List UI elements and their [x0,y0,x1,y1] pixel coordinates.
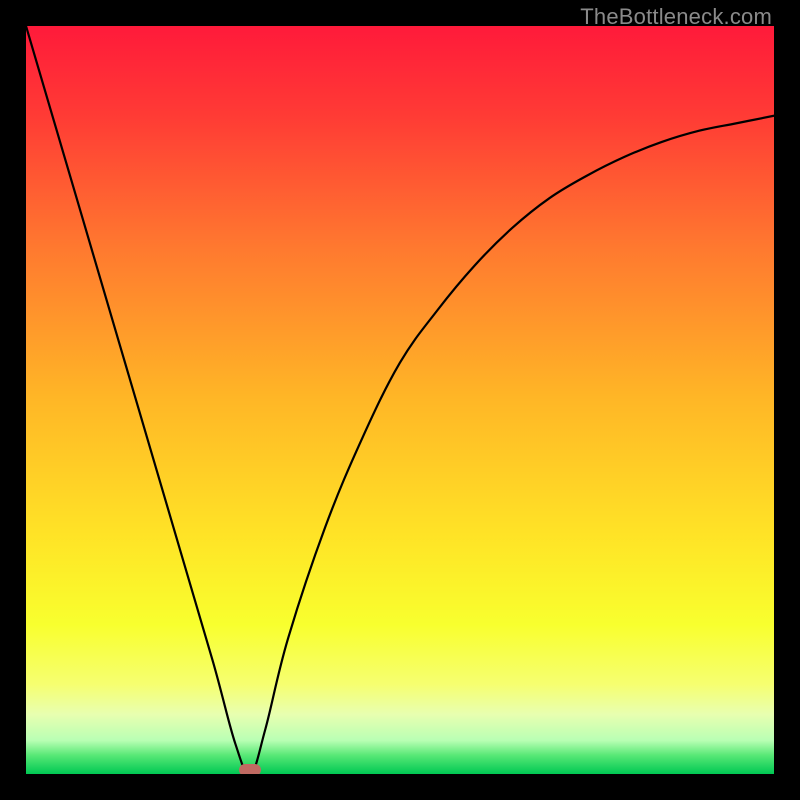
optimal-point-marker [239,764,261,774]
chart-frame: TheBottleneck.com [0,0,800,800]
watermark-text: TheBottleneck.com [580,4,772,30]
bottleneck-curve [26,26,774,774]
plot-area [26,26,774,774]
